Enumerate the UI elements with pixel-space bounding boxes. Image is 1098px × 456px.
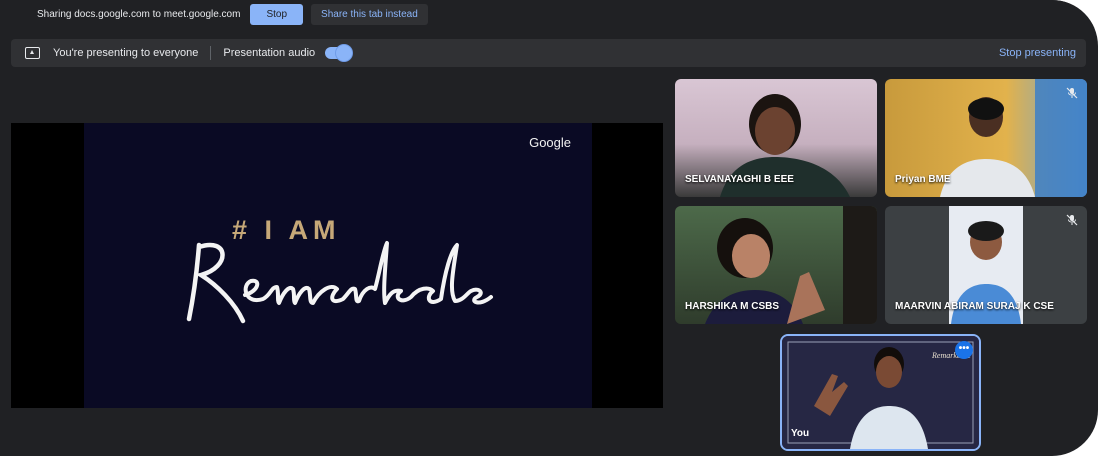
self-view-tile[interactable]: Remarkable ••• You [780,334,981,451]
presenting-status: You're presenting to everyone [53,47,199,59]
stop-sharing-button[interactable]: Stop [250,3,304,25]
more-options-icon[interactable]: ••• [955,341,973,359]
mic-off-icon [1066,214,1078,226]
meet-window: Sharing docs.google.com to meet.google.c… [0,0,1098,456]
participant-tile[interactable]: MAARVIN ABIRAM SURAJ K CSE [885,206,1087,324]
participant-tile[interactable]: HARSHIKA M CSBS [675,206,877,324]
presentation-audio-label: Presentation audio [223,47,316,59]
share-this-tab-button[interactable]: Share this tab instead [311,3,428,25]
mic-off-icon [1066,87,1078,99]
presenting-bar: You're presenting to everyone Presentati… [11,39,1086,67]
presentation-slide: Google # I AM [84,123,592,408]
screen-share-bar: Sharing docs.google.com to meet.google.c… [0,0,1098,28]
participant-tile[interactable]: Priyan BME [885,79,1087,197]
participant-name: SELVANAYAGHI B EEE [685,174,794,185]
presentation-audio-toggle[interactable] [325,45,353,61]
divider [210,46,212,60]
presentation-stage: Google # I AM [11,123,663,408]
participant-name: MAARVIN ABIRAM SURAJ K CSE [895,301,1054,312]
google-logo: Google [529,135,571,150]
self-name-label: You [791,428,810,439]
remarkable-script-logo [186,241,493,324]
share-status-text: Sharing docs.google.com to meet.google.c… [37,8,241,20]
self-video: Remarkable [782,336,979,449]
stop-presenting-button[interactable]: Stop presenting [999,47,1076,59]
participant-name: Priyan BME [895,174,951,185]
participant-tile[interactable]: SELVANAYAGHI B EEE [675,79,877,197]
participant-name: HARSHIKA M CSBS [685,301,780,312]
present-screen-icon [25,47,40,59]
